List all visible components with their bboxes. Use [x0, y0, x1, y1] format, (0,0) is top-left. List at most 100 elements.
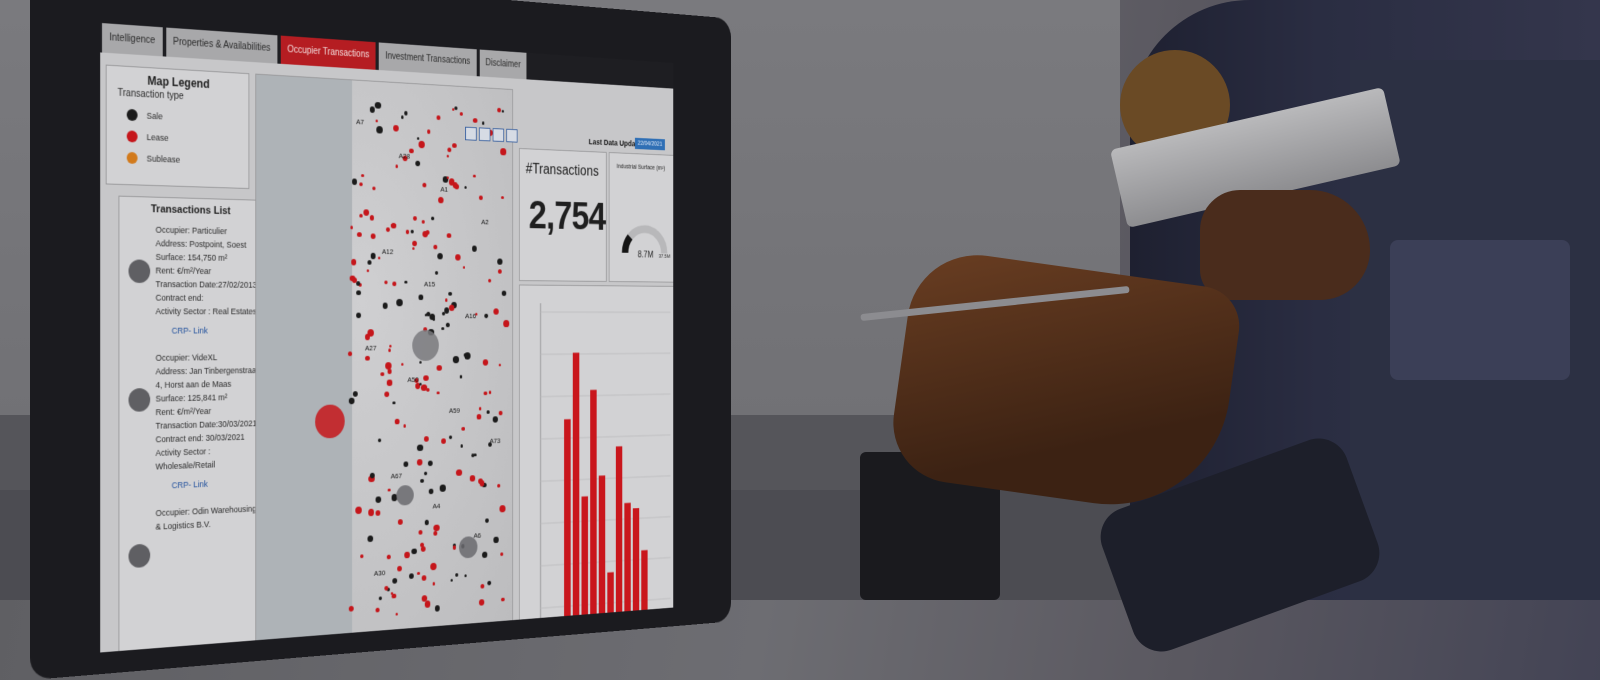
map-marker[interactable] [419, 382, 421, 385]
map-marker[interactable] [430, 562, 436, 569]
map-marker[interactable] [452, 143, 456, 148]
map-marker[interactable] [462, 427, 465, 431]
map-marker[interactable] [417, 460, 422, 466]
map-marker[interactable] [499, 411, 503, 415]
map-marker[interactable] [376, 608, 380, 613]
map-marker[interactable] [370, 215, 374, 220]
map-marker[interactable] [349, 606, 354, 612]
map-marker[interactable] [441, 327, 444, 330]
map-marker[interactable] [424, 437, 428, 442]
map-marker[interactable] [384, 281, 387, 285]
map-marker[interactable] [404, 461, 409, 466]
map-marker[interactable] [424, 601, 430, 608]
map-marker[interactable] [455, 254, 460, 260]
map-marker[interactable] [481, 584, 485, 589]
map-marker[interactable] [428, 460, 433, 466]
map-marker[interactable] [441, 438, 445, 443]
map-marker[interactable] [401, 116, 404, 119]
map-marker[interactable] [392, 594, 396, 599]
map-marker[interactable] [355, 506, 361, 514]
map-marker[interactable] [383, 303, 388, 309]
map-marker[interactable] [424, 520, 429, 526]
map-marker[interactable] [361, 174, 364, 178]
map-marker[interactable] [395, 613, 397, 616]
map-marker[interactable] [393, 282, 397, 286]
map-marker[interactable] [375, 119, 378, 122]
map-marker[interactable] [429, 488, 434, 494]
map-marker[interactable] [485, 314, 489, 318]
map-marker[interactable] [501, 148, 506, 155]
map-marker[interactable] [376, 510, 381, 516]
map-marker[interactable] [422, 575, 427, 581]
map-marker[interactable] [464, 186, 467, 189]
map-marker[interactable] [406, 230, 409, 234]
tab-disclaimer[interactable]: Disclaimer [479, 50, 526, 80]
map-marker[interactable] [482, 122, 484, 125]
map-marker[interactable] [429, 313, 434, 319]
list-item[interactable]: Occupier: ParticulierAddress: Postpoint,… [119, 220, 260, 349]
map-marker[interactable] [493, 308, 498, 314]
map-marker[interactable] [356, 281, 360, 285]
crp-link[interactable]: CRP- Link [172, 475, 261, 492]
transactions-map[interactable]: A7A28A1A2A12A15A16A27A50A59A73A67A4A6A30 [255, 74, 513, 645]
map-marker[interactable] [388, 349, 391, 352]
map-marker[interactable] [448, 292, 451, 296]
map-marker[interactable] [449, 435, 452, 439]
map-marker[interactable] [397, 566, 402, 572]
map-marker[interactable] [453, 356, 459, 363]
map-marker[interactable] [386, 227, 390, 232]
map-marker[interactable] [422, 231, 427, 237]
map-marker[interactable] [498, 269, 502, 274]
map-marker[interactable] [360, 214, 363, 218]
map-marker[interactable] [465, 353, 471, 360]
map-marker[interactable] [389, 344, 392, 347]
map-marker[interactable] [450, 579, 453, 582]
map-marker[interactable] [367, 260, 371, 265]
map-marker[interactable] [398, 520, 402, 525]
map-marker[interactable] [376, 497, 381, 503]
map-marker[interactable] [370, 106, 375, 112]
map-marker[interactable] [423, 375, 428, 381]
map-marker[interactable] [393, 401, 396, 404]
map-marker[interactable] [461, 444, 464, 447]
map-marker[interactable] [501, 196, 504, 199]
map-marker[interactable] [404, 424, 407, 427]
map-marker[interactable] [488, 581, 492, 586]
map-marker[interactable] [413, 216, 417, 221]
map-marker[interactable] [426, 311, 430, 316]
map-marker[interactable] [473, 118, 477, 123]
map-marker[interactable] [435, 605, 440, 611]
map-marker[interactable] [460, 112, 463, 115]
map-marker[interactable] [419, 141, 425, 148]
map-marker[interactable] [500, 505, 506, 512]
map-marker[interactable] [365, 334, 370, 340]
map-marker[interactable] [404, 552, 409, 558]
map-marker[interactable] [479, 195, 483, 199]
map-marker[interactable] [422, 182, 426, 187]
search-icon[interactable] [465, 127, 476, 141]
map-marker[interactable] [401, 363, 404, 366]
map-marker[interactable] [353, 391, 358, 397]
map-marker[interactable] [412, 240, 417, 246]
map-marker[interactable] [419, 361, 422, 364]
map-marker[interactable] [497, 258, 503, 265]
map-marker[interactable] [484, 391, 487, 395]
map-marker[interactable] [417, 444, 423, 451]
map-marker[interactable] [483, 359, 488, 365]
list-item[interactable]: Occupier: VideXLAddress: Jan Tinbergenst… [119, 348, 260, 506]
map-marker[interactable] [434, 531, 437, 535]
map-marker[interactable] [370, 233, 375, 239]
map-marker[interactable] [371, 253, 376, 259]
transactions-list[interactable]: Transactions List Occupier: ParticulierA… [118, 196, 261, 653]
map-marker[interactable] [487, 410, 490, 413]
crp-link[interactable]: CRP- Link [172, 324, 261, 338]
map-marker[interactable] [357, 232, 361, 237]
map-marker[interactable] [405, 281, 408, 284]
map-marker[interactable] [393, 125, 398, 132]
map-marker[interactable] [375, 102, 381, 109]
layers-icon[interactable] [493, 128, 504, 142]
map-marker[interactable] [350, 226, 353, 229]
map-marker[interactable] [388, 488, 391, 491]
map-marker[interactable] [404, 111, 407, 115]
map-marker[interactable] [368, 509, 374, 516]
